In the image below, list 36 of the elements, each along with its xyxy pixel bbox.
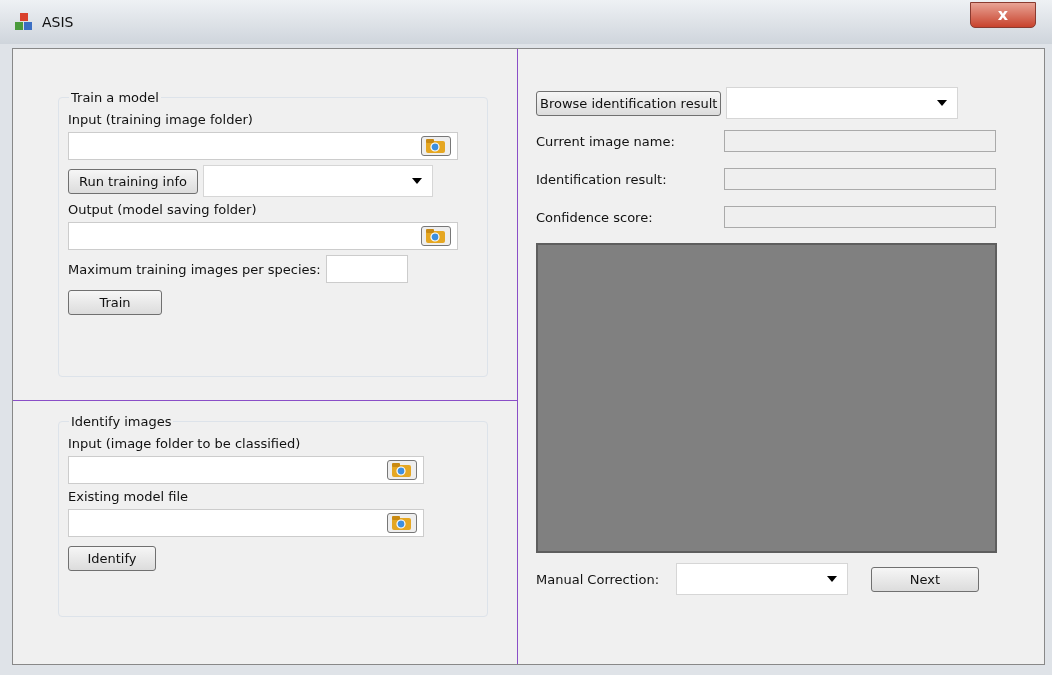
folder-search-icon[interactable] [387, 460, 417, 480]
dropdown[interactable] [676, 563, 848, 595]
train-button[interactable]: Train [68, 290, 162, 315]
window-title: ASIS [42, 14, 74, 30]
field-label: Output (model saving folder) [68, 202, 258, 217]
next-button[interactable]: Next [871, 566, 979, 592]
group-title: Train a model [69, 90, 161, 105]
dropdown[interactable] [726, 87, 959, 119]
field-label: Input (image folder to be classified) [68, 436, 302, 451]
field-label: Manual Correction: [536, 571, 659, 587]
folder-field[interactable] [68, 132, 458, 160]
field-label: Input (training image folder) [68, 112, 254, 127]
readonly-field[interactable] [724, 168, 996, 190]
field-label: Maximum training images per species: [68, 261, 321, 277]
run-training-info-button[interactable]: Run training info [68, 168, 198, 194]
folder-search-icon[interactable] [387, 513, 417, 533]
file-field[interactable] [68, 509, 424, 537]
folder-field[interactable] [68, 222, 458, 250]
browse-button[interactable]: Browse identification result [536, 90, 722, 116]
field-label: Existing model file [68, 489, 190, 504]
field-label: Identification result: [536, 171, 668, 187]
caret-icon [827, 576, 837, 582]
folder-search-icon[interactable] [421, 136, 451, 156]
number-field[interactable] [325, 255, 408, 283]
field-label: Confidence score: [536, 209, 654, 225]
dropdown[interactable] [202, 165, 433, 197]
readonly-field[interactable] [724, 130, 996, 152]
identify-button[interactable]: Identify [68, 546, 156, 571]
folder-search-icon[interactable] [421, 226, 451, 246]
readonly-field[interactable] [724, 206, 996, 228]
folder-field[interactable] [68, 456, 424, 484]
caret-icon [937, 100, 948, 106]
cubes-icon [14, 12, 34, 32]
caret-icon [411, 178, 422, 184]
group-title: Identify images [69, 414, 174, 429]
field-label: Current image name: [536, 133, 676, 149]
